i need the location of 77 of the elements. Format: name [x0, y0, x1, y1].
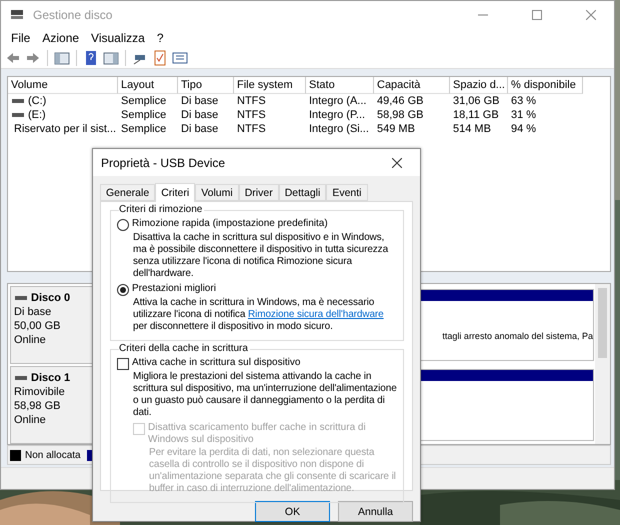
- table-cell-text: 63 %: [510, 94, 538, 108]
- scrollbar[interactable]: [595, 284, 610, 444]
- dialog-button[interactable]: Annulla: [338, 501, 413, 522]
- radio-button[interactable]: [117, 284, 129, 296]
- table-cell: (E:): [28, 108, 46, 122]
- table-cell-text: NTFS: [236, 122, 267, 136]
- tab[interactable]: Volumi: [195, 184, 239, 201]
- checkbox[interactable]: [117, 358, 129, 370]
- legend-label: Non allocata: [25, 450, 81, 460]
- dialog-title: Proprietà - USB Device: [101, 156, 226, 170]
- panel-icon[interactable]: [54, 50, 70, 66]
- table-cell-text: Semplice: [120, 122, 168, 136]
- menu-item[interactable]: Azione: [36, 31, 86, 45]
- option-description: Disattiva la cache in scrittura sul dispositivo e in Windows, ma è possibile disconnettere il dispositivo in tutta sicurezza senza utilizzare l'icona di notifica Rimozione sicura dell'hardware.: [133, 232, 390, 280]
- window-title: Gestione disco: [33, 8, 114, 22]
- table-cell-text: Integro (Si...: [308, 122, 370, 136]
- tab[interactable]: Dettagli: [278, 184, 326, 201]
- tab[interactable]: Criteri: [155, 183, 196, 202]
- dialog-button[interactable]: OK: [255, 501, 330, 522]
- option-description: Migliora le prestazioni del sistema attivando la cache in scrittura sul dispositivo, ma un'interruzione dell'alimentazione o un guasto può causare il danneggiamento o la perdita di dati.: [133, 371, 398, 419]
- help-icon[interactable]: [83, 50, 99, 66]
- column-header[interactable]: Stato: [306, 77, 374, 94]
- table-cell-text: Di base: [180, 122, 220, 136]
- table-cell-text: 31 %: [510, 108, 538, 122]
- column-header[interactable]: Spazio d...: [450, 77, 508, 94]
- option-label[interactable]: Rimozione rapida (impostazione predefinita): [132, 218, 328, 230]
- column-header[interactable]: Tipo: [178, 77, 234, 94]
- close-icon: [392, 158, 402, 168]
- checklist-icon[interactable]: [152, 50, 168, 66]
- column-header[interactable]: Layout: [118, 77, 178, 94]
- table-cell-text: 549 MB: [376, 122, 416, 136]
- table-cell-text: Integro (P...: [308, 108, 366, 122]
- table-cell-text: NTFS: [236, 108, 267, 122]
- option-description: Attiva la cache in scrittura in Windows, ma è necessario utilizzare l'icona di notifica Rimozione sicura dell'hardware per disconnettere il dispositivo in modo sicuro.: [133, 297, 385, 333]
- option-description: Per evitare la perdita di dati, non selezionare questa casella di controllo se il dispositivo non dispone di un'alimentazione separata che gli consente di scaricare il buffer in caso di interruzione dell'alimentazione.: [149, 447, 397, 495]
- maximize-icon: [532, 10, 542, 20]
- table-cell-text: Di base: [180, 94, 220, 108]
- link[interactable]: Rimozione sicura dell'hardware: [248, 309, 384, 320]
- table-cell: Riservato per il sist...: [14, 122, 116, 136]
- table-cell-text: 49,46 GB: [376, 94, 424, 108]
- menu-item[interactable]: ?: [150, 31, 170, 45]
- close-icon: [586, 10, 596, 20]
- partition-text: ttagli arresto anomalo del sistema, Pa: [442, 331, 593, 342]
- column-header[interactable]: Capacità: [374, 77, 450, 94]
- table-cell-text: 514 MB: [452, 122, 492, 136]
- column-header[interactable]: % disponibile: [508, 77, 583, 94]
- disk-status: Online: [14, 333, 46, 347]
- table-cell-text: NTFS: [236, 94, 267, 108]
- disk-size: 58,98 GB: [14, 399, 60, 413]
- radio-button[interactable]: [117, 219, 129, 231]
- disk-type: Di base: [14, 305, 52, 319]
- tab[interactable]: Generale: [100, 184, 156, 201]
- column-header[interactable]: Volume: [8, 77, 118, 94]
- list-icon[interactable]: [172, 50, 188, 66]
- option-label[interactable]: Prestazioni migliori: [132, 283, 216, 295]
- column-header[interactable]: File system: [234, 77, 306, 94]
- disk-name: Disco 0: [31, 292, 70, 304]
- table-cell-text: Semplice: [120, 94, 168, 108]
- menu-item[interactable]: File: [5, 31, 36, 45]
- table-cell-text: 58,98 GB: [376, 108, 424, 122]
- disk-name: Disco 1: [31, 372, 70, 384]
- panel-icon[interactable]: [103, 50, 119, 66]
- table-cell-text: Di base: [180, 108, 220, 122]
- option-label[interactable]: Attiva cache in scrittura sul dispositivo: [132, 357, 300, 369]
- table-cell: (C:): [28, 94, 46, 108]
- table-cell-text: Integro (A...: [308, 94, 368, 108]
- table-cell-text: 18,11 GB: [452, 108, 500, 122]
- table-cell-text: Semplice: [120, 108, 168, 122]
- disk-type: Rimovibile: [14, 385, 65, 399]
- disk-status: Online: [14, 413, 46, 427]
- disk-size: 50,00 GB: [14, 319, 60, 333]
- tab[interactable]: Driver: [238, 184, 279, 201]
- menu-item[interactable]: Visualizza: [85, 31, 151, 45]
- minimize-icon: [478, 14, 488, 16]
- tab[interactable]: Eventi: [326, 184, 368, 201]
- table-cell-text: 94 %: [510, 122, 538, 136]
- table-cell-text: 31,06 GB: [452, 94, 500, 108]
